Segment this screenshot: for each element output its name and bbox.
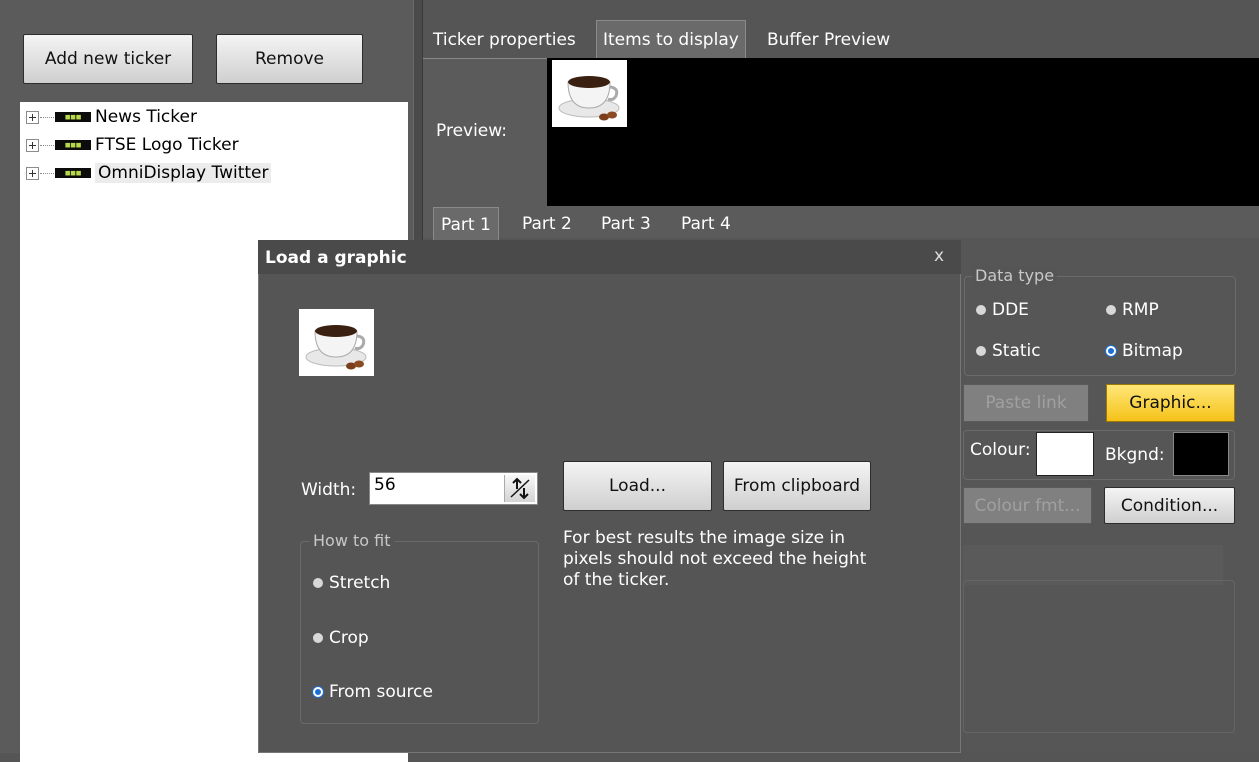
expand-icon[interactable] xyxy=(26,110,39,124)
tree-item-label: OmniDisplay Twitter xyxy=(95,163,272,183)
radio-bitmap[interactable]: Bitmap xyxy=(1106,341,1183,361)
radio-label: Stretch xyxy=(329,573,391,593)
radio-label: RMP xyxy=(1122,300,1159,320)
from-clipboard-button[interactable]: From clipboard xyxy=(723,461,871,511)
expand-icon[interactable] xyxy=(26,138,39,152)
data-type-legend: Data type xyxy=(972,266,1058,285)
bkgnd-swatch[interactable] xyxy=(1173,432,1229,476)
size-hint-text: For best results the image size in pixel… xyxy=(563,528,867,590)
ticker-icon: ◼◼◼ xyxy=(55,112,91,122)
dialog-coffee-image xyxy=(299,309,374,376)
width-input[interactable]: 56 xyxy=(369,472,538,505)
tab-part-1[interactable]: Part 1 xyxy=(433,207,499,241)
radio-dde[interactable]: DDE xyxy=(976,300,1029,320)
tree-item-ftse-logo-ticker[interactable]: ◼◼◼ FTSE Logo Ticker xyxy=(20,134,239,156)
load-button[interactable]: Load... xyxy=(563,461,712,511)
radio-label: Bitmap xyxy=(1122,341,1183,361)
remove-button[interactable]: Remove xyxy=(216,34,363,84)
tree-connector xyxy=(40,172,54,174)
coffee-cup-image xyxy=(552,60,627,127)
tree-connector xyxy=(40,144,54,146)
add-new-ticker-button[interactable]: Add new ticker xyxy=(23,34,193,84)
how-to-fit-legend: How to fit xyxy=(310,531,394,550)
colour-fmt-button[interactable]: Colour fmt... xyxy=(963,487,1092,524)
preview-canvas xyxy=(547,58,1259,206)
tree-item-news-ticker[interactable]: ◼◼◼ News Ticker xyxy=(20,106,197,128)
radio-selected-icon xyxy=(313,687,323,697)
radio-static[interactable]: Static xyxy=(976,341,1041,361)
colour-label: Colour: xyxy=(970,440,1031,460)
radio-rmp[interactable]: RMP xyxy=(1106,300,1159,320)
expand-icon[interactable] xyxy=(26,166,39,180)
radio-label: Crop xyxy=(329,628,369,648)
data-type-group xyxy=(964,276,1236,376)
radio-icon xyxy=(313,633,323,643)
radio-label: Static xyxy=(992,341,1041,361)
tree-item-label: News Ticker xyxy=(95,107,197,127)
radio-from-source[interactable]: From source xyxy=(313,682,433,702)
radio-icon xyxy=(976,305,986,315)
close-icon[interactable]: x xyxy=(928,244,950,268)
radio-label: DDE xyxy=(992,300,1029,320)
tab-part-2[interactable]: Part 2 xyxy=(515,207,579,240)
ticker-icon: ◼◼◼ xyxy=(55,168,91,178)
props-blank-row xyxy=(963,545,1223,585)
radio-icon xyxy=(1106,305,1116,315)
graphic-button[interactable]: Graphic... xyxy=(1106,384,1235,422)
tree-item-omnidisplay-twitter[interactable]: ◼◼◼ OmniDisplay Twitter xyxy=(20,162,272,184)
tab-part-3[interactable]: Part 3 xyxy=(594,207,658,240)
radio-crop[interactable]: Crop xyxy=(313,628,369,648)
radio-label: From source xyxy=(329,682,433,702)
tab-items-to-display[interactable]: Items to display xyxy=(596,20,746,59)
spin-arrows-icon[interactable] xyxy=(504,475,535,502)
paste-link-button[interactable]: Paste link xyxy=(963,384,1089,422)
dialog-title: Load a graphic xyxy=(265,248,407,268)
bkgnd-label: Bkgnd: xyxy=(1105,445,1165,465)
radio-stretch[interactable]: Stretch xyxy=(313,573,390,593)
width-label: Width: xyxy=(301,480,357,500)
tab-buffer-preview[interactable]: Buffer Preview xyxy=(761,22,896,58)
preview-label: Preview: xyxy=(436,121,507,141)
radio-icon xyxy=(976,346,986,356)
tree-item-label: FTSE Logo Ticker xyxy=(95,135,239,155)
ticker-icon: ◼◼◼ xyxy=(55,140,91,150)
props-lower-group xyxy=(963,580,1235,733)
condition-button[interactable]: Condition... xyxy=(1104,487,1235,524)
colour-swatch[interactable] xyxy=(1036,432,1094,476)
radio-icon xyxy=(313,578,323,588)
tab-ticker-properties[interactable]: Ticker properties xyxy=(427,22,582,58)
width-value: 56 xyxy=(374,475,396,495)
tree-connector xyxy=(40,116,54,118)
radio-selected-icon xyxy=(1106,346,1116,356)
tab-part-4[interactable]: Part 4 xyxy=(674,207,738,240)
